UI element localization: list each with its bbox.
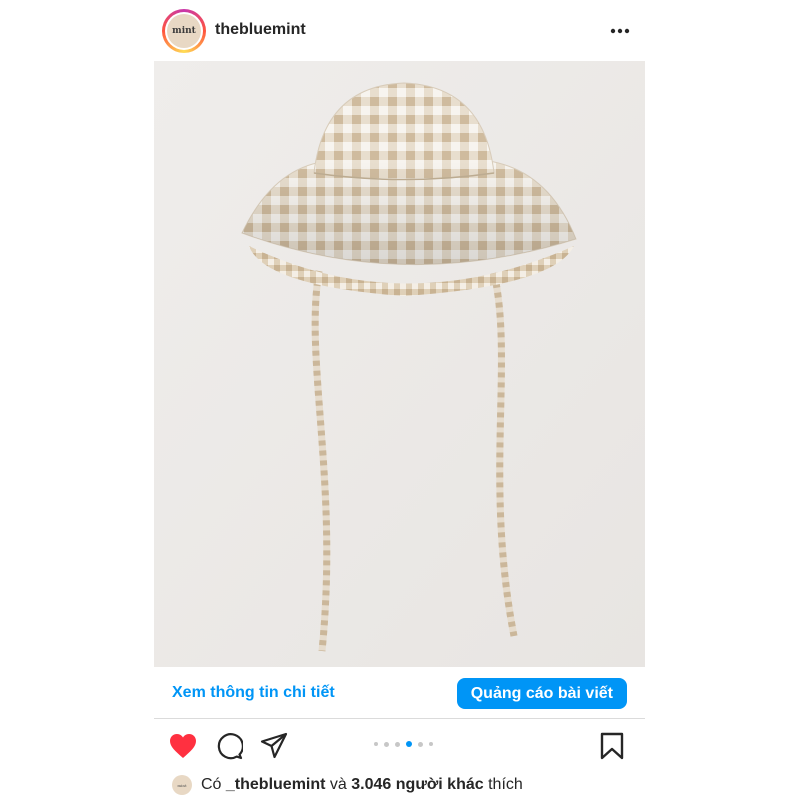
post-image[interactable] (154, 61, 645, 667)
share-button[interactable] (259, 731, 289, 761)
liker-avatar[interactable]: mint (172, 775, 192, 795)
avatar-logo: mint (167, 14, 201, 48)
carousel-dot (374, 742, 378, 746)
share-icon (260, 732, 288, 759)
cta-bar: Xem thông tin chi tiết Quảng cáo bài viế… (154, 670, 645, 719)
carousel-dot-active (406, 741, 412, 747)
carousel-dot (384, 741, 389, 747)
view-details-link[interactable]: Xem thông tin chi tiết (172, 684, 335, 702)
bucket-hat-image (154, 61, 645, 667)
more-options-button[interactable] (609, 20, 631, 42)
liker-avatar-logo: mint (177, 782, 187, 788)
promote-post-button[interactable]: Quảng cáo bài viết (456, 678, 627, 709)
comment-button[interactable] (214, 731, 244, 761)
carousel-indicator (374, 741, 433, 747)
profile-avatar[interactable]: mint (162, 9, 206, 53)
username[interactable]: thebluemint (215, 21, 306, 39)
likes-conjunction: và (329, 776, 347, 793)
avatar-border: mint (165, 12, 203, 50)
heart-icon (170, 734, 196, 758)
likes-others-count[interactable]: 3.046 người khác (351, 776, 483, 794)
instagram-post: mint thebluemint Xem thông tin chi tiết … (154, 0, 645, 800)
carousel-dot (429, 742, 433, 746)
comment-icon (217, 733, 243, 760)
likes-prefix: Có (201, 776, 222, 793)
likes-suffix: thích (488, 776, 523, 793)
carousel-dot (418, 741, 423, 747)
bookmark-icon (600, 732, 624, 760)
post-header: mint thebluemint (154, 6, 645, 56)
more-horizontal-icon (610, 28, 630, 34)
action-bar (154, 725, 645, 769)
liker-username[interactable]: _thebluemint (226, 776, 326, 794)
likes-summary: mint Có _thebluemint và 3.046 người khác… (172, 774, 523, 796)
save-button[interactable] (597, 731, 627, 761)
like-button[interactable] (168, 731, 198, 761)
carousel-dot (395, 741, 400, 747)
